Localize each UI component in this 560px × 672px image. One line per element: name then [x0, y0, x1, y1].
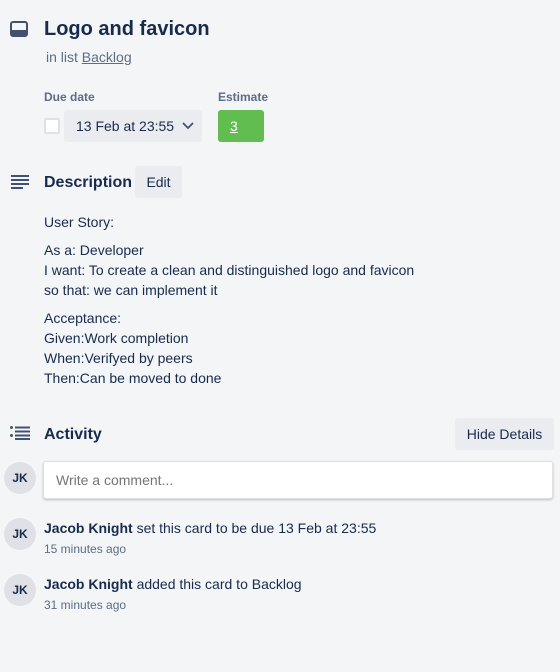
activity-user[interactable]: Jacob Knight — [44, 520, 133, 536]
activity-entry: Jacob Knight added this card to Backlog — [44, 576, 302, 592]
edit-description-button[interactable]: Edit — [135, 166, 182, 198]
hide-details-button[interactable]: Hide Details — [455, 418, 554, 450]
activity-title: Activity — [44, 426, 102, 443]
description-paragraph: As a: Developer I want: To create a clea… — [44, 242, 415, 298]
activity-timestamp[interactable]: 15 minutes ago — [44, 542, 126, 556]
avatar[interactable]: JK — [4, 574, 36, 606]
activity-timestamp[interactable]: 31 minutes ago — [44, 598, 126, 612]
activity-entry: Jacob Knight set this card to be due 13 … — [44, 520, 376, 536]
description-body[interactable]: User Story: As a: Developer I want: To c… — [44, 212, 414, 396]
comment-input[interactable] — [43, 461, 553, 499]
due-date-checkbox[interactable] — [44, 118, 60, 134]
activity-icon — [10, 426, 30, 440]
list-link[interactable]: Backlog — [82, 49, 132, 65]
avatar[interactable]: JK — [4, 518, 36, 550]
chevron-down-icon — [182, 122, 194, 130]
in-list-text: in list Backlog — [46, 49, 132, 65]
activity-text: added this card to Backlog — [136, 576, 302, 592]
in-list-prefix: in list — [46, 49, 78, 65]
estimate-label: Estimate — [218, 90, 269, 104]
activity-user[interactable]: Jacob Knight — [44, 576, 133, 592]
description-paragraph: Acceptance: Given:Work completion When:V… — [44, 310, 222, 386]
description-icon — [11, 175, 29, 189]
card-title[interactable]: Logo and favicon — [44, 18, 210, 41]
estimate-badge[interactable]: 3 — [218, 110, 264, 142]
description-paragraph: User Story: — [44, 214, 115, 230]
avatar[interactable]: JK — [4, 462, 36, 494]
card-icon — [10, 21, 28, 37]
due-date-value: 13 Feb at 23:55 — [76, 118, 175, 134]
description-title: Description — [44, 174, 133, 191]
due-date-label: Due date — [44, 90, 95, 104]
due-date-button[interactable]: 13 Feb at 23:55 — [64, 110, 202, 142]
activity-text: set this card to be due 13 Feb at 23:55 — [136, 520, 377, 536]
